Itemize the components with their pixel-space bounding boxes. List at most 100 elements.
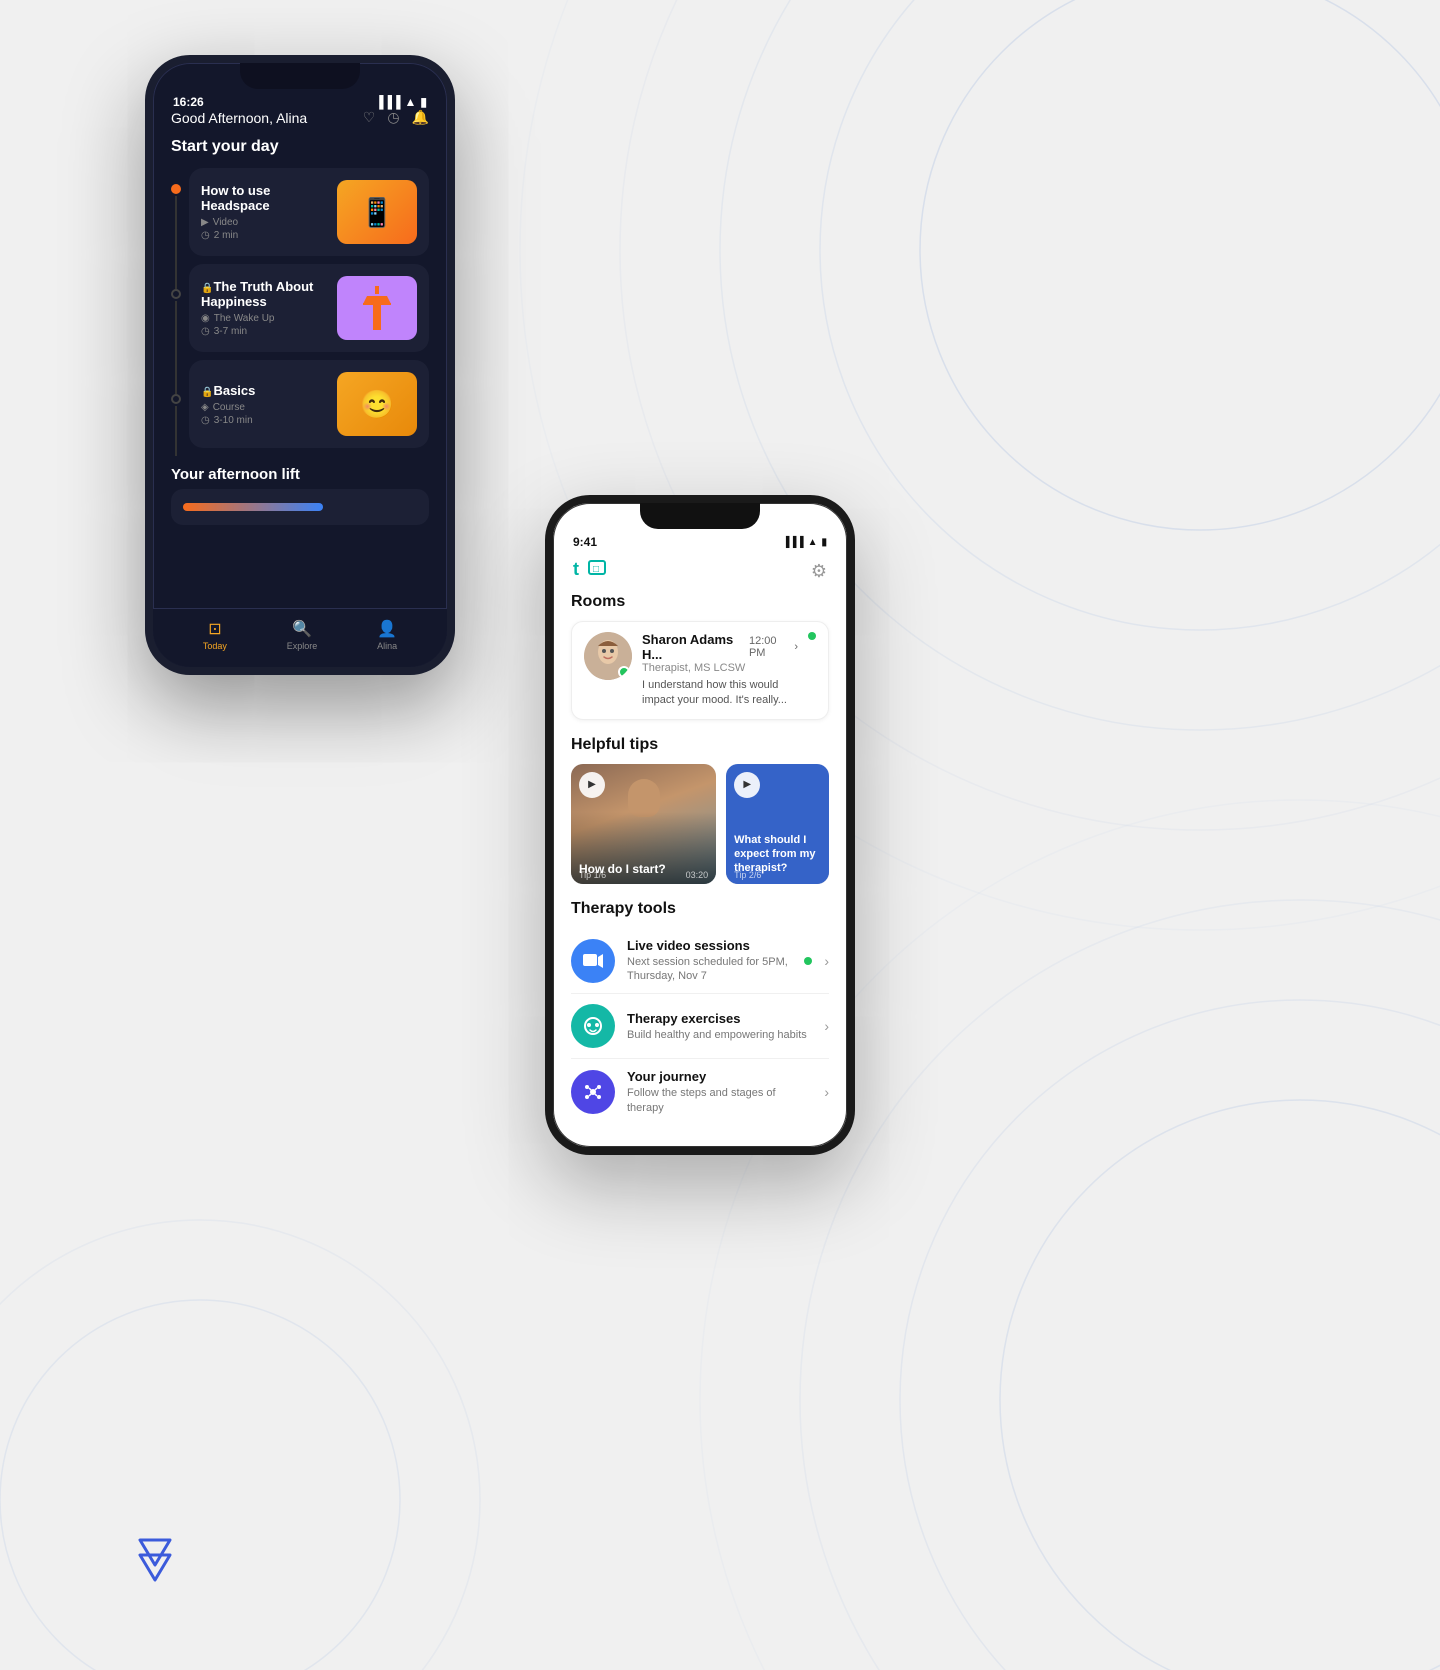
p2-signal-icon: ▐▐▐ bbox=[782, 537, 803, 548]
phone1-device: 16:26 ▐▐▐ ▲ ▮ Good Afternoon, Alina ♡ ◷ … bbox=[145, 55, 455, 675]
phone2-notch bbox=[640, 503, 760, 529]
svg-text:□: □ bbox=[593, 564, 599, 575]
rooms-card[interactable]: Sharon Adams H... 12:00 PM › Therapist, … bbox=[571, 621, 829, 720]
phone1-notch bbox=[240, 63, 360, 89]
bell-icon[interactable]: 🔔 bbox=[412, 109, 429, 126]
card-basics-title: 🔒 Basics bbox=[201, 383, 337, 398]
section-start-title: Start your day bbox=[171, 138, 429, 156]
card-basics-thumb: 😊 bbox=[337, 372, 417, 436]
nav-today[interactable]: ⊡ Today bbox=[203, 619, 227, 651]
greeting-row: Good Afternoon, Alina ♡ ◷ 🔔 bbox=[171, 109, 429, 126]
tl-line-1 bbox=[175, 196, 177, 289]
tip-card-2[interactable]: ▶ What should I expect from my therapist… bbox=[726, 764, 829, 884]
phone2-header: t □ ⚙ bbox=[553, 549, 847, 593]
room-online-indicator bbox=[808, 632, 816, 640]
card-truth-duration: ◷ 3-7 min bbox=[201, 326, 337, 337]
clock-icon-2: ◷ bbox=[201, 326, 210, 337]
tool-therapy-exercises-name: Therapy exercises bbox=[627, 1011, 812, 1026]
therapist-appointment-time: 12:00 PM › bbox=[749, 635, 798, 659]
card-truth[interactable]: 🔒 The Truth About Happiness ◉ The Wake U… bbox=[189, 264, 429, 352]
tip-1-play-button[interactable]: ▶ bbox=[579, 772, 605, 798]
card-truth-thumb bbox=[337, 276, 417, 340]
online-dot bbox=[618, 666, 630, 678]
card-headspace-thumb: 📱 bbox=[337, 180, 417, 244]
tool-your-journey-desc: Follow the steps and stages of therapy bbox=[627, 1086, 812, 1115]
card-truth-title: 🔒 The Truth About Happiness bbox=[201, 279, 337, 309]
card-truth-info: 🔒 The Truth About Happiness ◉ The Wake U… bbox=[201, 279, 337, 337]
tip-2-meta: Tip 2/6 bbox=[734, 870, 761, 880]
therapy-exercises-icon bbox=[571, 1004, 615, 1048]
card-basics[interactable]: 🔒 Basics ◈ Course ◷ 3-10 min bbox=[189, 360, 429, 448]
tool-therapy-exercises-info: Therapy exercises Build healthy and empo… bbox=[627, 1011, 812, 1042]
wifi-icon: ▲ bbox=[405, 95, 417, 109]
card-headspace-info: How to use Headspace ▶ Video ◷ 2 min bbox=[201, 183, 337, 241]
tl-line-3 bbox=[175, 406, 177, 456]
phone2-time: 9:41 bbox=[573, 535, 597, 549]
tip-2-play-button[interactable]: ▶ bbox=[734, 772, 760, 798]
p2-wifi-icon: ▲ bbox=[808, 537, 818, 548]
tl-dot-3 bbox=[171, 394, 181, 404]
card-headspace-meta: ▶ Video ◷ 2 min bbox=[201, 217, 337, 241]
explore-icon: 🔍 bbox=[292, 619, 312, 639]
tl-line-2 bbox=[175, 301, 177, 394]
therapist-name-row: Sharon Adams H... 12:00 PM › bbox=[642, 632, 798, 662]
course-icon: ◈ bbox=[201, 402, 209, 413]
rooms-section-title: Rooms bbox=[571, 593, 829, 611]
today-icon: ⊡ bbox=[208, 619, 221, 639]
greeting-icons: ♡ ◷ 🔔 bbox=[363, 109, 429, 126]
phone1-time: 16:26 bbox=[173, 95, 204, 109]
card-headspace-type: ▶ Video bbox=[201, 217, 337, 228]
phone2-status-icons: ▐▐▐ ▲ ▮ bbox=[782, 537, 827, 548]
cards-list: How to use Headspace ▶ Video ◷ 2 min bbox=[189, 168, 429, 456]
profile-icon: 👤 bbox=[377, 619, 397, 639]
nav-explore[interactable]: 🔍 Explore bbox=[287, 619, 318, 651]
card-basics-duration: ◷ 3-10 min bbox=[201, 415, 337, 426]
nav-alina[interactable]: 👤 Alina bbox=[377, 619, 397, 651]
phone2-device: 9:41 ▐▐▐ ▲ ▮ t □ ⚙ Rooms bbox=[545, 495, 855, 1155]
tool-therapy-exercises-desc: Build healthy and empowering habits bbox=[627, 1028, 812, 1042]
tool-your-journey-name: Your journey bbox=[627, 1069, 812, 1084]
card-truth-source: ◉ The Wake Up bbox=[201, 313, 337, 324]
heart-icon[interactable]: ♡ bbox=[363, 109, 376, 126]
therapist-message: I understand how this would impact your … bbox=[642, 678, 798, 709]
video-icon: ▶ bbox=[201, 217, 209, 228]
phone2-status-bar: 9:41 ▐▐▐ ▲ ▮ bbox=[553, 529, 847, 549]
card-basics-type: ◈ Course bbox=[201, 402, 337, 413]
tool-live-video-desc: Next session scheduled for 5PM, Thursday… bbox=[627, 955, 792, 984]
card-headspace-duration: ◷ 2 min bbox=[201, 230, 337, 241]
phone1-status-icons: ▐▐▐ ▲ ▮ bbox=[375, 95, 427, 109]
clock-icon-3: ◷ bbox=[201, 415, 210, 426]
tool-therapy-exercises[interactable]: Therapy exercises Build healthy and empo… bbox=[571, 994, 829, 1059]
tl-dot-active bbox=[171, 184, 181, 194]
audio-icon: ◉ bbox=[201, 313, 210, 324]
card-headspace-title: How to use Headspace bbox=[201, 183, 337, 213]
therapist-info: Sharon Adams H... 12:00 PM › Therapist, … bbox=[642, 632, 798, 709]
history-icon[interactable]: ◷ bbox=[387, 109, 399, 126]
tool-live-video[interactable]: Live video sessions Next session schedul… bbox=[571, 928, 829, 995]
tool-your-journey[interactable]: Your journey Follow the steps and stages… bbox=[571, 1059, 829, 1125]
lock-icon-2: 🔒 bbox=[201, 387, 213, 398]
card-basics-info: 🔒 Basics ◈ Course ◷ 3-10 min bbox=[201, 383, 337, 426]
timeline-line bbox=[171, 168, 181, 456]
tip-card-1-bg: ▶ How do I start? Tip 1/6 03:20 bbox=[571, 764, 716, 884]
p2-battery-icon: ▮ bbox=[821, 537, 827, 548]
svg-text:t: t bbox=[573, 559, 579, 579]
live-video-icon bbox=[571, 939, 615, 983]
card-headspace[interactable]: How to use Headspace ▶ Video ◷ 2 min bbox=[189, 168, 429, 256]
section-afternoon-title: Your afternoon lift bbox=[171, 466, 429, 483]
tip-card-1[interactable]: ▶ How do I start? Tip 1/6 03:20 bbox=[571, 764, 716, 884]
therapist-title: Therapist, MS LCSW bbox=[642, 662, 798, 674]
tl-dot-2 bbox=[171, 289, 181, 299]
therapist-name: Sharon Adams H... bbox=[642, 632, 749, 662]
lock-icon-1: 🔒 bbox=[201, 283, 213, 294]
therapist-avatar bbox=[584, 632, 632, 680]
tool-live-video-name: Live video sessions bbox=[627, 938, 792, 953]
session-active-dot bbox=[804, 957, 812, 965]
settings-icon[interactable]: ⚙ bbox=[811, 561, 827, 582]
app-logo: t □ bbox=[573, 557, 613, 585]
tool-live-video-info: Live video sessions Next session schedul… bbox=[627, 938, 792, 984]
tip-1-meta: Tip 1/6 bbox=[579, 870, 606, 880]
tool-2-chevron-icon: › bbox=[824, 1018, 829, 1034]
brand-logo bbox=[130, 1530, 180, 1590]
greeting-text: Good Afternoon, Alina bbox=[171, 110, 307, 126]
